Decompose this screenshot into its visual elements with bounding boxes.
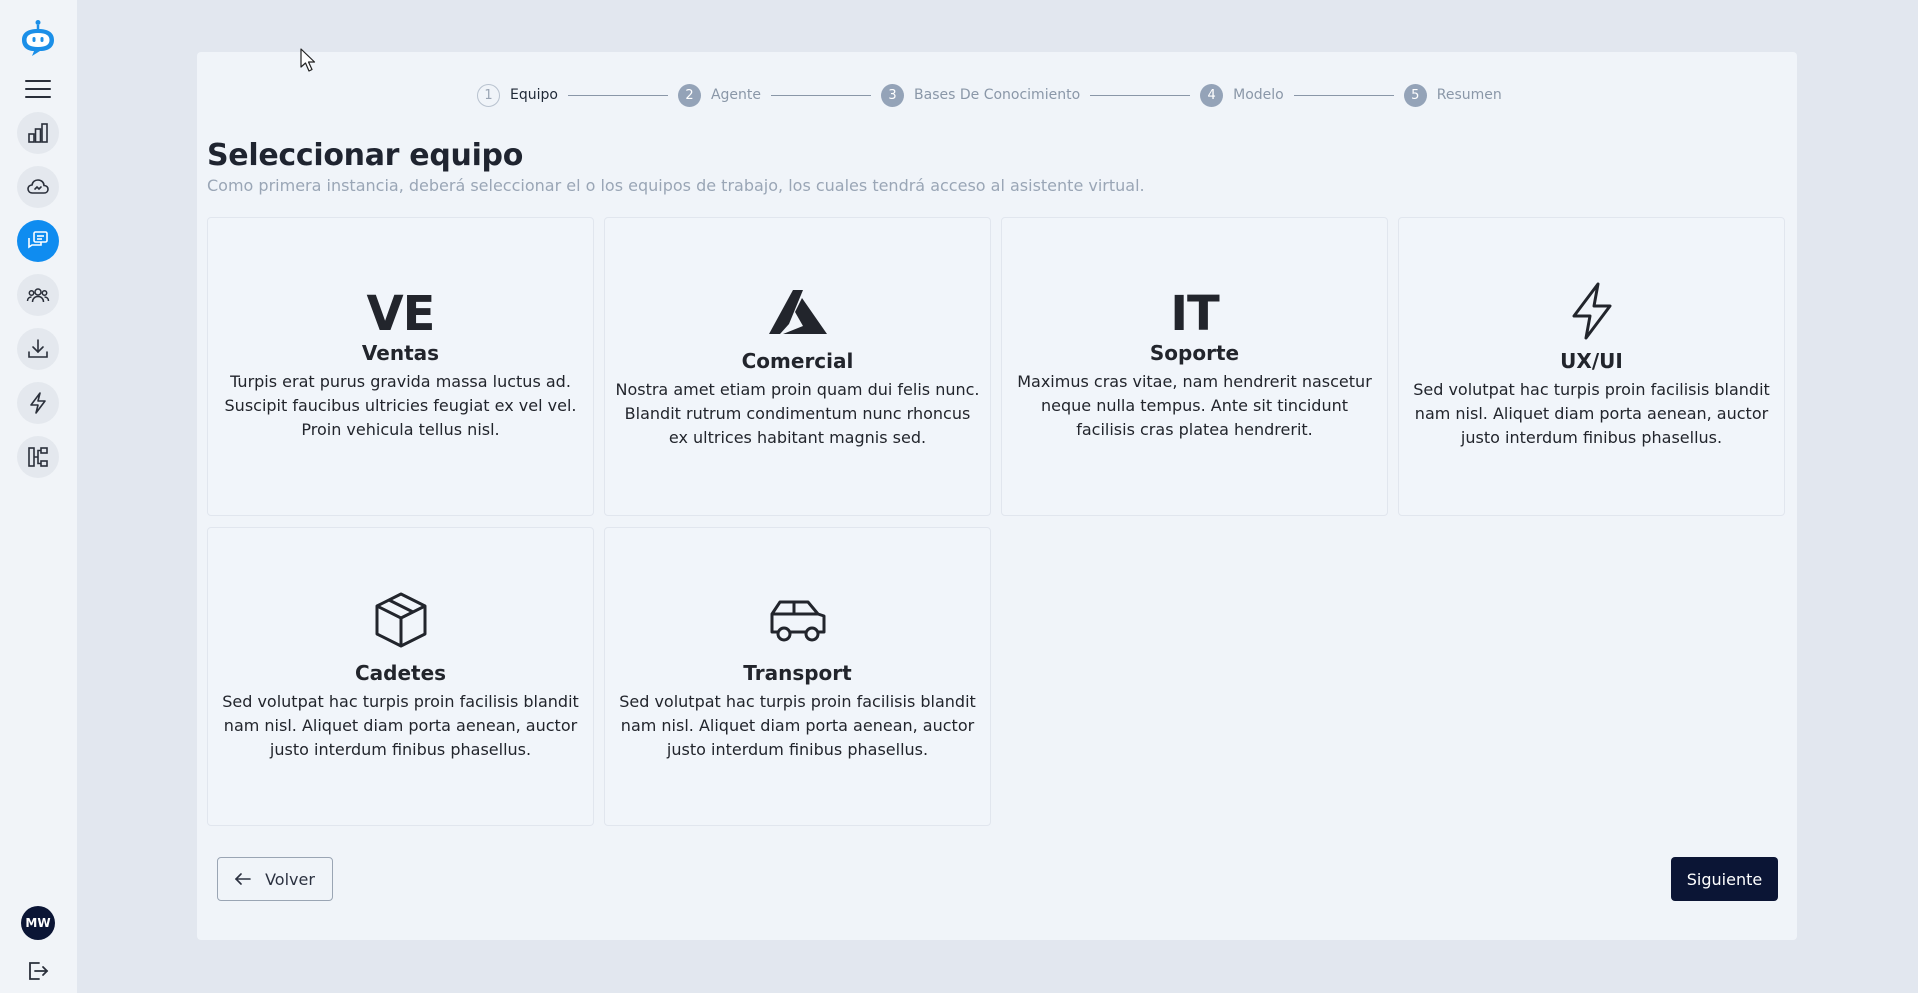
team-card-cadetes[interactable]: Cadetes Sed volutpat hac turpis proin fa… (207, 527, 594, 826)
chat-icon[interactable] (17, 220, 59, 262)
box-icon (208, 592, 593, 648)
step-connector (1293, 94, 1394, 96)
step-resumen[interactable]: 5 Resumen (1403, 83, 1502, 107)
bar-chart-icon[interactable] (17, 112, 59, 154)
step-modelo[interactable]: 4 Modelo (1200, 83, 1284, 107)
download-icon[interactable] (17, 328, 59, 370)
step-label: Equipo (510, 87, 558, 103)
team-description: Sed volutpat hac turpis proin facilisis … (1413, 380, 1770, 447)
step-bases[interactable]: 3 Bases De Conocimiento (881, 83, 1081, 107)
page-subtitle: Como primera instancia, deberá seleccion… (207, 176, 1145, 195)
main-panel: 1 Equipo 2 Agente 3 Bases De Conocimient… (197, 52, 1797, 940)
team-description: Sed volutpat hac turpis proin facilisis … (619, 692, 976, 759)
page-title: Seleccionar equipo (207, 138, 524, 173)
menu-icon[interactable] (18, 69, 58, 109)
mouse-cursor-icon (300, 48, 316, 72)
lightning-icon[interactable] (17, 382, 59, 424)
step-connector (771, 94, 872, 96)
team-description: Sed volutpat hac turpis proin facilisis … (222, 692, 579, 759)
step-label: Resumen (1436, 87, 1502, 103)
arrow-left-icon (235, 873, 251, 885)
team-description: Nostra amet etiam proin quam dui felis n… (615, 380, 980, 447)
team-name: Soporte (1149, 341, 1240, 365)
avatar[interactable]: MW (21, 906, 55, 940)
users-icon[interactable] (17, 274, 59, 316)
stepper: 1 Equipo 2 Agente 3 Bases De Conocimient… (477, 82, 1502, 108)
team-card-ventas[interactable]: VE Ventas Turpis erat purus gravida mass… (207, 217, 594, 516)
car-icon (605, 598, 990, 642)
cloud-icon[interactable] (17, 166, 59, 208)
next-button-label: Siguiente (1686, 869, 1763, 889)
logout-icon[interactable] (18, 951, 58, 991)
step-connector (567, 94, 668, 96)
azure-logo-icon (605, 290, 990, 336)
team-name: Cadetes (354, 661, 447, 685)
team-card-soporte[interactable]: IT Soporte Maximus cras vitae, nam hendr… (1001, 217, 1388, 516)
bot-logo-icon[interactable] (18, 18, 58, 58)
step-number: 4 (1200, 83, 1224, 107)
step-connector (1090, 94, 1191, 96)
team-initials-icon: IT (1170, 286, 1220, 342)
team-initials-icon: VE (366, 286, 436, 342)
team-name: Transport (743, 661, 852, 685)
team-description: Turpis erat purus gravida massa luctus a… (224, 372, 577, 439)
back-button[interactable]: Volver (217, 857, 333, 901)
step-label: Modelo (1233, 87, 1284, 103)
step-equipo[interactable]: 1 Equipo (477, 83, 558, 107)
team-card-comercial[interactable]: Comercial Nostra amet etiam proin quam d… (604, 217, 991, 516)
team-name: UX/UI (1560, 349, 1623, 373)
step-label: Agente (710, 87, 762, 103)
step-label: Bases De Conocimiento (914, 87, 1081, 103)
team-name: Ventas (361, 341, 440, 365)
back-button-label: Volver (265, 869, 315, 889)
sidebar: MW (0, 0, 77, 993)
lightning-icon (1399, 282, 1784, 340)
flow-icon[interactable] (17, 436, 59, 478)
team-card-transport[interactable]: Transport Sed volutpat hac turpis proin … (604, 527, 991, 826)
step-number: 1 (477, 83, 500, 107)
step-number: 3 (881, 83, 905, 107)
team-description: Maximus cras vitae, nam hendrerit nascet… (1017, 372, 1372, 439)
step-agente[interactable]: 2 Agente (677, 83, 762, 107)
team-name: Comercial (741, 349, 854, 373)
team-card-uxui[interactable]: UX/UI Sed volutpat hac turpis proin faci… (1398, 217, 1785, 516)
next-button[interactable]: Siguiente (1671, 857, 1778, 901)
step-number: 5 (1403, 83, 1427, 107)
step-number: 2 (677, 83, 701, 107)
